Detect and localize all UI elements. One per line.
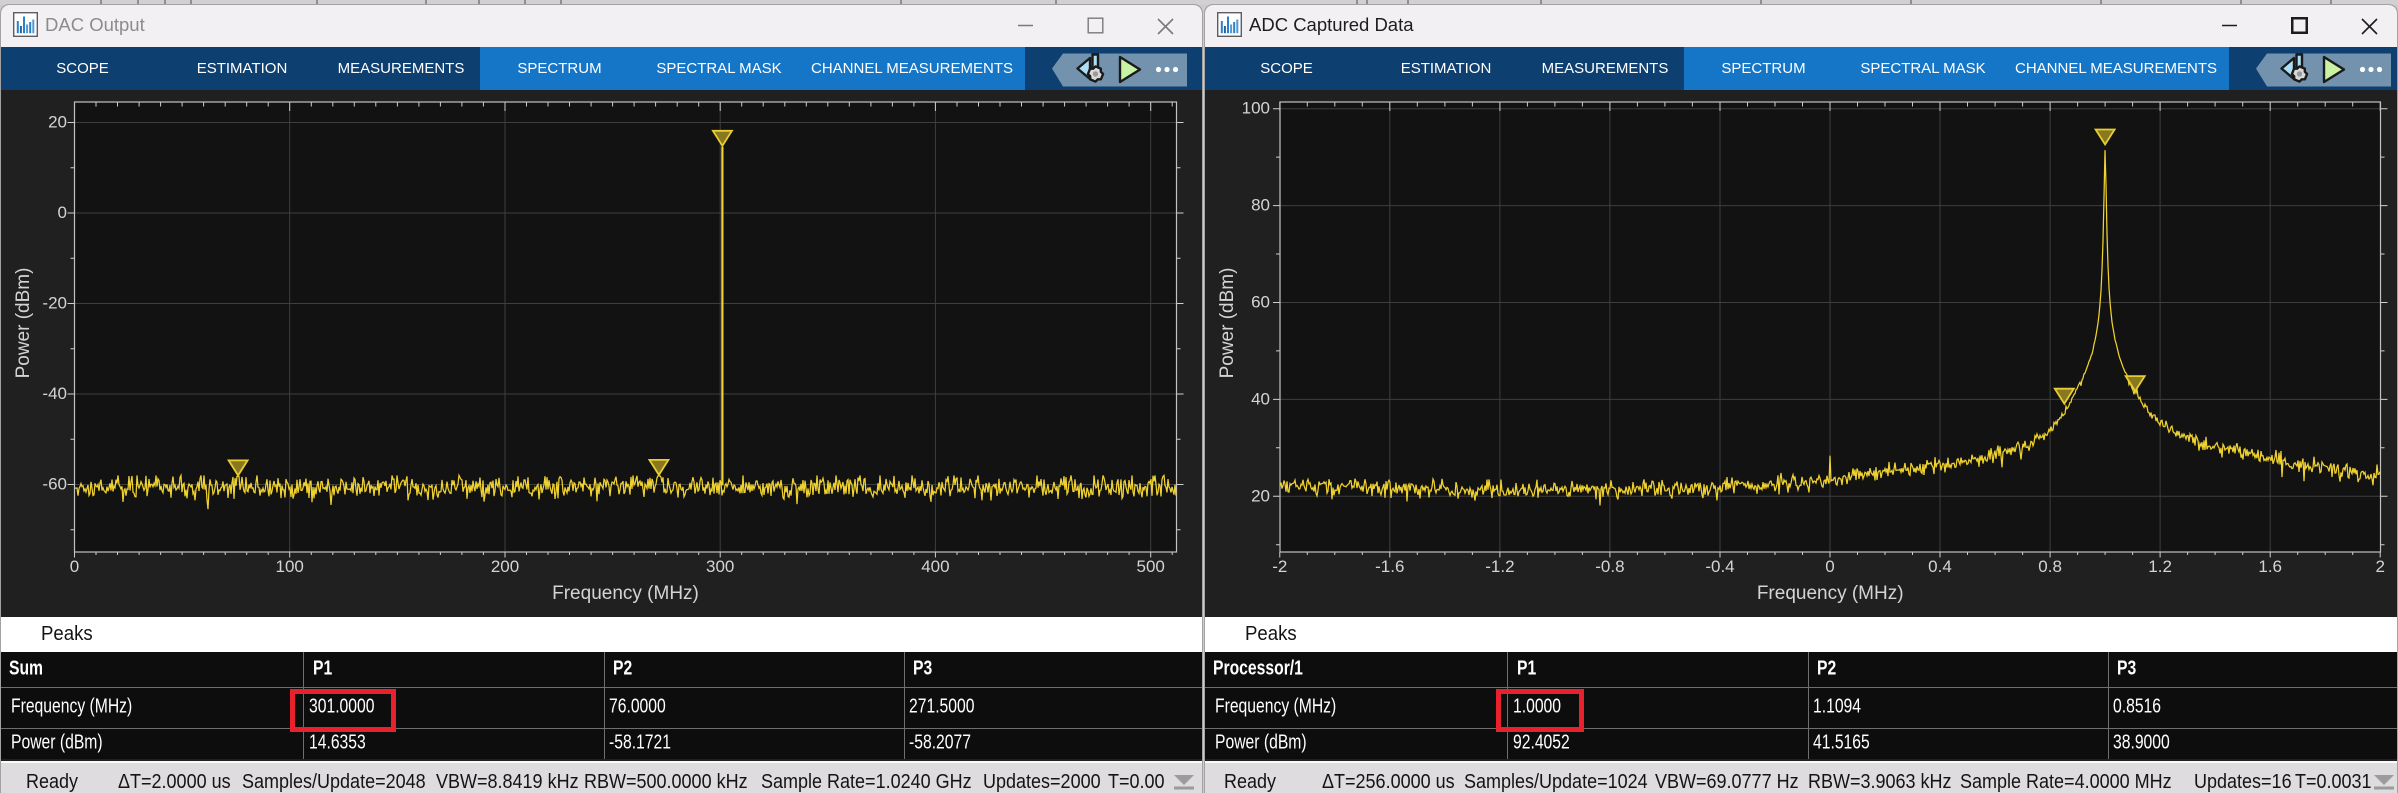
svg-text:80: 80 [1251, 196, 1270, 215]
svg-text:100: 100 [1242, 99, 1270, 118]
svg-text:200: 200 [491, 557, 519, 576]
svg-text:100: 100 [276, 557, 304, 576]
svg-text:1.6: 1.6 [2258, 557, 2282, 576]
svg-text:-1.6: -1.6 [1375, 557, 1404, 576]
svg-text:-1.2: -1.2 [1485, 557, 1514, 576]
svg-text:Frequency (MHz): Frequency (MHz) [1757, 583, 1904, 604]
svg-text:-0.4: -0.4 [1705, 557, 1734, 576]
svg-text:300: 300 [706, 557, 734, 576]
svg-text:2: 2 [2375, 557, 2384, 576]
svg-text:0: 0 [58, 203, 67, 222]
svg-text:0: 0 [1825, 557, 1834, 576]
svg-text:40: 40 [1251, 389, 1270, 408]
svg-text:Power (dBm): Power (dBm) [1217, 268, 1238, 379]
svg-text:20: 20 [48, 113, 67, 132]
svg-text:0: 0 [70, 557, 79, 576]
svg-text:20: 20 [1251, 486, 1270, 505]
svg-text:1.2: 1.2 [2148, 557, 2172, 576]
svg-text:0.8: 0.8 [2038, 557, 2062, 576]
svg-text:-0.8: -0.8 [1595, 557, 1624, 576]
svg-text:Power (dBm): Power (dBm) [13, 268, 34, 379]
svg-text:500: 500 [1137, 557, 1165, 576]
svg-text:0.4: 0.4 [1928, 557, 1952, 576]
svg-text:-2: -2 [1272, 557, 1287, 576]
svg-text:-20: -20 [42, 294, 67, 313]
svg-text:400: 400 [921, 557, 949, 576]
svg-text:60: 60 [1251, 293, 1270, 312]
svg-text:-60: -60 [42, 475, 67, 494]
svg-text:Frequency (MHz): Frequency (MHz) [552, 583, 699, 604]
svg-text:-40: -40 [42, 384, 67, 403]
